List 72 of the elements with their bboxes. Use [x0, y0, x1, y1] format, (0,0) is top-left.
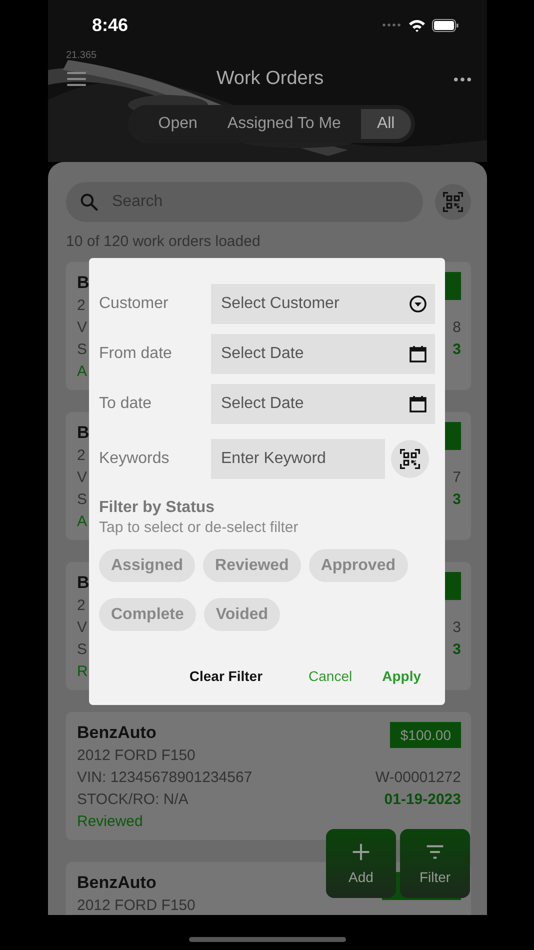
status-chip[interactable]: Reviewed	[203, 549, 301, 582]
keyword-field[interactable]: Enter Keyword	[211, 439, 385, 479]
order-number: W-00001272	[375, 768, 461, 786]
filter-icon	[426, 842, 444, 860]
menu-icon[interactable]	[67, 72, 86, 86]
dropdown-icon	[409, 295, 427, 313]
wifi-icon	[408, 18, 426, 32]
field-label: From date	[99, 345, 173, 363]
customer-name: BenzAuto	[77, 723, 156, 743]
work-order-card[interactable]: BenzAuto $100.00 2012 FORD F150 VIN: 12345678901234567 W-00001272 STOCK/RO: N/A 01-19-2023 Reviewed	[66, 712, 471, 840]
more-icon[interactable]	[454, 76, 471, 82]
qr-code-icon	[443, 192, 463, 212]
screen-title: Work Orders	[216, 68, 324, 90]
stock-text: STOCK/RO: N/A	[77, 790, 188, 808]
cancel-button[interactable]: Cancel	[302, 664, 358, 688]
date-field[interactable]: Select Date	[211, 384, 435, 424]
status-chip[interactable]: Complete	[99, 598, 196, 631]
field-label: To date	[99, 395, 152, 413]
stock-text: S	[77, 640, 88, 658]
vehicle-text: 2012 FORD F150	[77, 746, 196, 764]
status-text: A	[77, 362, 88, 380]
calendar-icon	[409, 345, 427, 363]
customer-name: BenzAuto	[77, 873, 156, 893]
order-number: 7	[452, 468, 461, 486]
status-text: R	[77, 662, 88, 680]
tab[interactable]: Assigned To Me	[217, 109, 351, 139]
stock-text: S	[77, 490, 88, 508]
field-label: Customer	[99, 295, 170, 313]
vehicle-text: 2	[77, 596, 86, 614]
order-date: 01-19-2023	[384, 790, 461, 808]
customer-dropdown[interactable]: Select Customer	[211, 284, 435, 324]
order-number: 3	[452, 618, 461, 636]
scan-button[interactable]	[391, 440, 429, 478]
vehicle-text: 2012 FORD F150	[77, 896, 196, 914]
status-text: A	[77, 512, 88, 530]
customer-name: B	[77, 423, 90, 443]
tab[interactable]: Open	[148, 109, 208, 139]
vin-text: VIN: 12345678901234567	[77, 768, 252, 786]
section-title: Filter by Status	[99, 499, 215, 517]
status-chip[interactable]: Voided	[204, 598, 280, 631]
vin-text: V	[77, 318, 88, 336]
qr-code-icon	[400, 449, 420, 469]
vehicle-text: 2	[77, 446, 86, 464]
tab[interactable]: All	[360, 109, 411, 139]
order-date: 3	[452, 490, 461, 508]
date-field[interactable]: Select Date	[211, 334, 435, 374]
section-hint: Tap to select or de-select filter	[99, 519, 298, 536]
clear-filter-button[interactable]: Clear Filter	[183, 664, 269, 688]
customer-name: B	[77, 573, 90, 593]
order-date: 3	[452, 340, 461, 358]
signal-icon	[382, 23, 402, 27]
order-date: 3	[452, 640, 461, 658]
version-number: 21.365	[66, 50, 97, 62]
field-label: Keywords	[99, 450, 170, 468]
battery-icon	[432, 18, 459, 32]
order-number: 8	[452, 318, 461, 336]
vin-text: V	[77, 468, 88, 486]
status-chip[interactable]: Assigned	[99, 549, 196, 582]
apply-button[interactable]: Apply	[376, 664, 427, 688]
calendar-icon	[409, 395, 427, 413]
clock-time: 8:46	[92, 14, 128, 36]
search-icon	[80, 193, 98, 211]
customer-name: B	[77, 273, 90, 293]
stock-text: S	[77, 340, 88, 358]
add-button[interactable]: Add	[326, 829, 396, 898]
status-chip[interactable]: Approved	[308, 549, 408, 582]
status-text: Reviewed	[77, 812, 143, 830]
loaded-count: 10 of 120 work orders loaded	[66, 233, 260, 250]
plus-icon	[352, 842, 370, 860]
vin-text: V	[77, 618, 88, 636]
vehicle-text: 2	[77, 296, 86, 314]
price-tag: $100.00	[390, 722, 461, 748]
